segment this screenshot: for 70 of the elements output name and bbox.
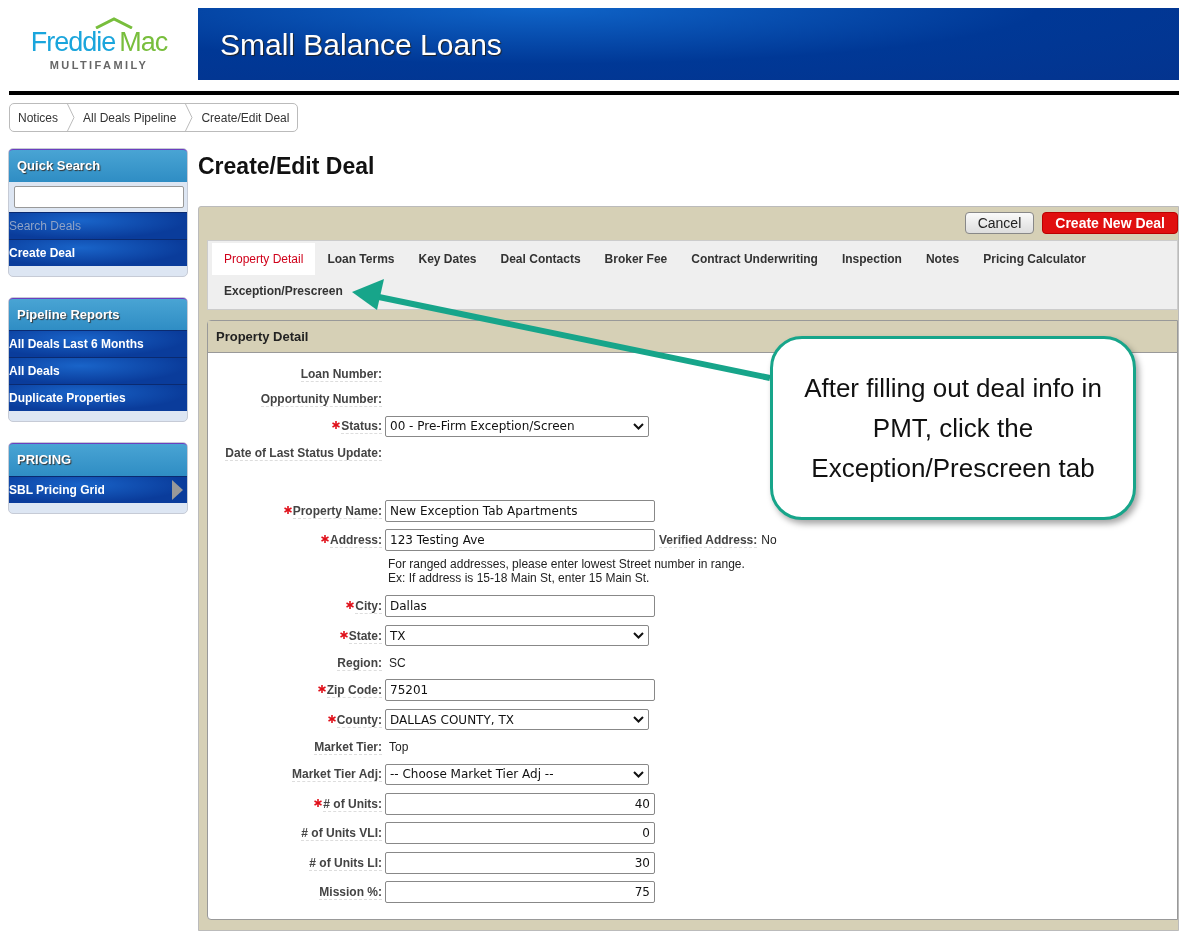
field-label: Verified Address: <box>659 533 758 549</box>
breadcrumb-link[interactable]: Create/Edit Deal <box>201 108 290 127</box>
app-title: Small Balance Loans <box>220 26 502 63</box>
tab[interactable]: Broker Fee <box>592 242 680 275</box>
input-field[interactable]: 30 <box>385 851 655 874</box>
dropdown[interactable]: DALLAS COUNTY, TX <box>385 709 649 731</box>
field-label: # of Units LI: <box>309 855 382 871</box>
sidebar-item[interactable]: All Deals <box>9 357 187 384</box>
sidebar-item[interactable]: Create Deal <box>9 238 187 266</box>
field-label: Market Tier Adj: <box>291 767 382 783</box>
field-label: Market Tier: <box>314 740 382 756</box>
field-label: Mission %: <box>319 885 382 901</box>
field-label: # of Units: <box>323 796 382 812</box>
triangle-icon <box>171 479 183 500</box>
breadcrumb-link[interactable]: All Deals Pipeline <box>83 108 177 127</box>
hint-text: For ranged addresses, please enter lowest Street number in range. Ex: If address is 15-18 Main St, enter 15 Main St. <box>388 555 746 588</box>
sidebar-item[interactable]: SBL Pricing Grid <box>9 475 187 503</box>
logo-text: Freddie <box>30 29 116 56</box>
page-title: Create/Edit Deal <box>198 153 376 181</box>
field-label: Date of Last Status Update: <box>225 446 382 462</box>
field-label: County: <box>336 712 382 728</box>
sidebar-heading: Quick Search <box>9 149 187 182</box>
field-value: SC <box>389 655 406 673</box>
field-label: Loan Number: <box>300 366 382 382</box>
tab[interactable]: Key Dates <box>406 242 489 275</box>
breadcrumb-link[interactable]: Notices <box>18 108 58 127</box>
logo-subtitle: MULTIFAMILY <box>49 60 149 71</box>
field-label: State: <box>348 628 382 644</box>
sidebar-heading: PRICING <box>9 443 187 476</box>
caret-icon <box>633 632 644 640</box>
dropdown[interactable]: -- Choose Market Tier Adj -- <box>385 763 649 785</box>
input-field[interactable]: 0 <box>385 822 655 845</box>
field-label: Status: <box>341 419 382 435</box>
field-value: Top <box>389 739 409 757</box>
tab[interactable]: Exception/Prescreen <box>212 274 355 307</box>
tab[interactable]: Deal Contacts <box>488 242 593 275</box>
field-label: Address: <box>330 533 382 549</box>
input-field[interactable]: 123 Testing Ave <box>385 529 655 552</box>
tab[interactable]: Property Detail <box>212 242 316 275</box>
field-value: No <box>761 533 777 548</box>
roof-icon <box>94 17 134 29</box>
input-field[interactable]: Dallas <box>385 595 655 618</box>
input-field[interactable]: 75 <box>385 881 655 904</box>
search-field[interactable] <box>14 185 184 208</box>
field-label: Property Name: <box>292 503 382 519</box>
field-label: # of Units VLI: <box>301 826 382 842</box>
caret-icon <box>633 770 644 778</box>
field-label: Opportunity Number: <box>260 391 382 407</box>
caret-icon <box>633 716 644 724</box>
input-field[interactable]: 40 <box>385 792 655 815</box>
field-label: City: <box>355 599 382 615</box>
tab[interactable]: Pricing Calculator <box>971 242 1098 275</box>
create-button[interactable]: Create New Deal <box>1042 211 1178 234</box>
input-field[interactable]: New Exception Tab Apartments <box>385 499 655 522</box>
dropdown[interactable]: TX <box>385 625 649 647</box>
sidebar-item[interactable]: Duplicate Properties <box>9 384 187 411</box>
field-label: Zip Code: <box>326 683 382 699</box>
sidebar-heading: Pipeline Reports <box>9 297 187 330</box>
tab[interactable]: Loan Terms <box>315 242 407 275</box>
sidebar-item[interactable]: All Deals Last 6 Months <box>9 330 187 357</box>
callout: After filling out deal info in PMT, click the Exception/Prescreen tab <box>770 336 1136 520</box>
input-field[interactable]: 75201 <box>385 679 655 702</box>
tab[interactable]: Contract Underwriting <box>679 242 830 275</box>
logo-text: Mac <box>119 29 168 56</box>
cancel-button[interactable]: Cancel <box>964 211 1035 234</box>
dropdown[interactable]: 00 - Pre-Firm Exception/Screen <box>385 415 649 437</box>
caret-icon <box>633 422 644 430</box>
field-label: Region: <box>337 656 382 672</box>
tab[interactable]: Inspection <box>829 242 914 275</box>
tab[interactable]: Notes <box>913 242 972 275</box>
